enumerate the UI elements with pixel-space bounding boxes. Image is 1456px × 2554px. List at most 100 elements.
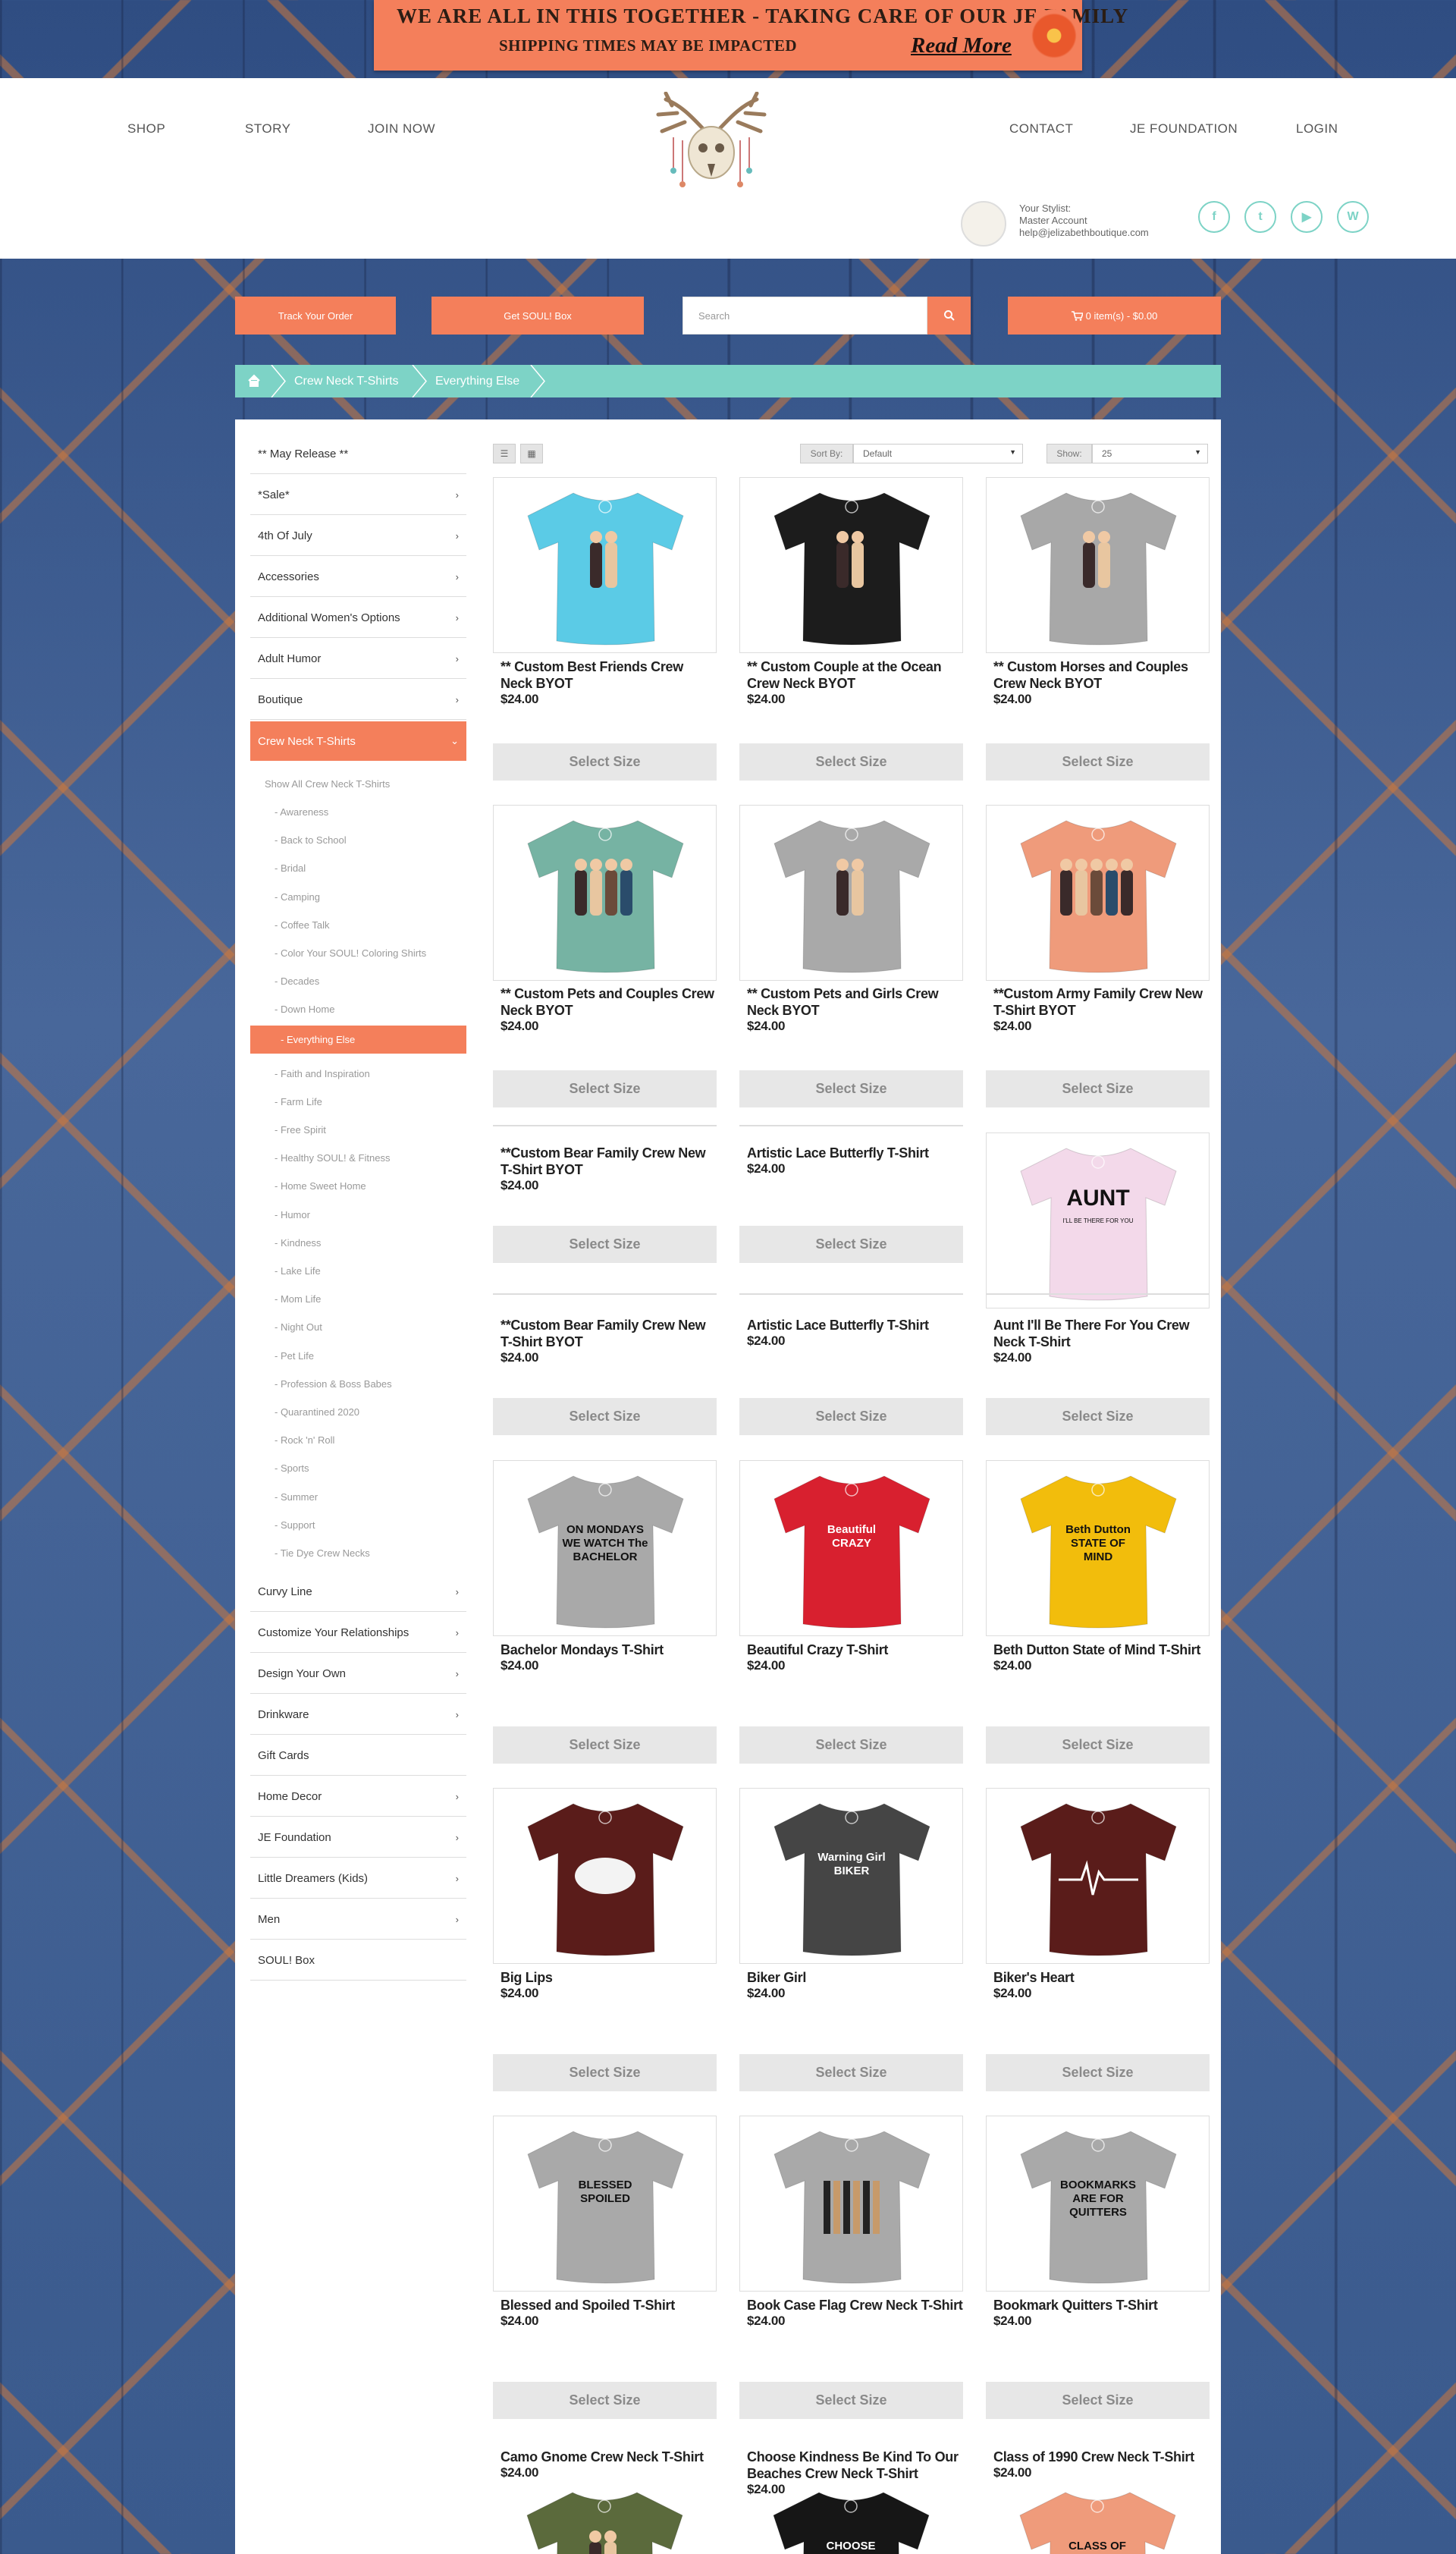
product-image[interactable] xyxy=(493,805,717,981)
product-image[interactable] xyxy=(739,805,963,981)
product-name[interactable]: ** Custom Pets and Girls Crew Neck BYOT xyxy=(747,986,939,1018)
category-item[interactable]: ** May Release ** xyxy=(250,435,466,474)
product-image[interactable]: CLASS OF1990 xyxy=(986,2477,1210,2554)
product-image[interactable] xyxy=(986,805,1210,981)
product-name[interactable]: Bachelor Mondays T-Shirt xyxy=(500,1642,664,1657)
select-size-button[interactable]: Select Size xyxy=(986,2382,1210,2419)
product-name[interactable]: ** Custom Pets and Couples Crew Neck BYO… xyxy=(500,986,714,1018)
product-card[interactable]: ** Custom Couple at the Ocean Crew Neck … xyxy=(739,658,963,707)
product-name[interactable]: Aunt I'll Be There For You Crew Neck T-S… xyxy=(993,1318,1190,1349)
subcategory-item[interactable]: - Bridal xyxy=(275,862,306,874)
show-all-link[interactable]: Show All Crew Neck T-Shirts xyxy=(265,778,390,790)
category-item[interactable]: Adult Humor › xyxy=(250,639,466,679)
category-item[interactable]: Design Your Own › xyxy=(250,1654,466,1694)
subcategory-item[interactable]: - Summer xyxy=(275,1491,318,1503)
product-name[interactable]: ** Custom Best Friends Crew Neck BYOT xyxy=(500,659,683,691)
category-item[interactable]: Crew Neck T-Shirts ⌄ xyxy=(250,721,466,761)
select-size-button[interactable]: Select Size xyxy=(986,1070,1210,1107)
product-card[interactable]: Big Lips $24.00 xyxy=(493,1969,717,2001)
subcategory-item[interactable]: - Down Home xyxy=(275,1004,334,1015)
select-size-button[interactable]: Select Size xyxy=(493,1226,717,1263)
subcategory-item[interactable]: - Profession & Boss Babes xyxy=(275,1378,392,1390)
subcategory-item[interactable]: - Home Sweet Home xyxy=(275,1180,366,1192)
product-name[interactable]: Artistic Lace Butterfly T-Shirt xyxy=(747,1145,929,1161)
cart-button[interactable]: 0 item(s) - $0.00 xyxy=(1008,297,1221,335)
nav-join-now[interactable]: JOIN NOW xyxy=(368,121,435,137)
product-card[interactable]: Beautiful Crazy T-Shirt $24.00 xyxy=(739,1641,963,1673)
select-size-button[interactable]: Select Size xyxy=(739,1726,963,1764)
facebook-icon[interactable]: f xyxy=(1198,201,1230,233)
read-more-link[interactable]: Read More xyxy=(911,33,1012,58)
select-size-button[interactable]: Select Size xyxy=(739,1398,963,1435)
stylist-email[interactable]: help@jelizabethboutique.com xyxy=(1019,227,1149,238)
product-image[interactable]: Warning Girl BIKER xyxy=(739,1788,963,1964)
category-item[interactable]: 4th Of July › xyxy=(250,517,466,556)
select-size-button[interactable]: Select Size xyxy=(986,1726,1210,1764)
grid-view-icon[interactable]: ▦ xyxy=(520,444,543,463)
product-card[interactable]: Class of 1990 Crew Neck T-Shirt $24.00 xyxy=(986,2449,1210,2480)
category-item[interactable]: Boutique › xyxy=(250,680,466,720)
category-item[interactable]: Customize Your Relationships › xyxy=(250,1613,466,1653)
select-size-button[interactable]: Select Size xyxy=(986,743,1210,781)
subcategory-item[interactable]: - Faith and Inspiration xyxy=(275,1068,370,1079)
subcategory-item[interactable]: - Night Out xyxy=(275,1321,322,1333)
select-size-button[interactable]: Select Size xyxy=(493,743,717,781)
nav-shop[interactable]: SHOP xyxy=(127,121,165,137)
select-size-button[interactable]: Select Size xyxy=(739,2054,963,2091)
subcategory-item[interactable]: - Camping xyxy=(275,891,320,903)
breadcrumb-crew-neck[interactable]: Crew Neck T-Shirts xyxy=(294,375,399,388)
product-image[interactable] xyxy=(493,477,717,653)
select-size-button[interactable]: Select Size xyxy=(493,1070,717,1107)
product-image[interactable]: BOOKMARKS ARE FOR QUITTERS xyxy=(986,2116,1210,2292)
product-name[interactable]: ** Custom Horses and Couples Crew Neck B… xyxy=(993,659,1188,691)
subcategory-item[interactable]: - Back to School xyxy=(275,834,347,846)
product-card[interactable]: Artistic Lace Butterfly T-Shirt $24.00 xyxy=(739,1145,963,1176)
product-card[interactable]: Choose Kindness Be Kind To Our Beaches C… xyxy=(739,2449,963,2497)
show-select[interactable]: 25 ▼ xyxy=(1092,444,1208,463)
select-size-button[interactable]: Select Size xyxy=(739,2382,963,2419)
subcategory-item[interactable]: - Tie Dye Crew Necks xyxy=(275,1547,370,1559)
select-size-button[interactable]: Select Size xyxy=(986,2054,1210,2091)
product-image[interactable]: Beth Dutton STATE OF MIND xyxy=(986,1460,1210,1636)
subcategory-item[interactable]: - Farm Life xyxy=(275,1096,322,1107)
track-order-button[interactable]: Track Your Order xyxy=(235,297,396,335)
nav-je-foundation[interactable]: JE FOUNDATION xyxy=(1130,121,1238,137)
category-item[interactable]: SOUL! Box xyxy=(250,1941,466,1981)
subcategory-item[interactable]: - Kindness xyxy=(275,1237,321,1249)
product-card[interactable]: Aunt I'll Be There For You Crew Neck T-S… xyxy=(986,1317,1210,1365)
select-size-button[interactable]: Select Size xyxy=(739,1070,963,1107)
product-image[interactable]: AUNT I'LL BE THERE FOR YOU xyxy=(986,1132,1210,1308)
category-item[interactable]: Gift Cards xyxy=(250,1736,466,1776)
category-item[interactable]: *Sale* › xyxy=(250,476,466,515)
promo-banner[interactable]: WE ARE ALL IN THIS TOGETHER - TAKING CAR… xyxy=(374,0,1128,71)
product-card[interactable]: ** Custom Horses and Couples Crew Neck B… xyxy=(986,658,1210,707)
product-name[interactable]: Bookmark Quitters T-Shirt xyxy=(993,2298,1158,2313)
select-size-button[interactable]: Select Size xyxy=(493,2382,717,2419)
category-item[interactable]: Home Decor › xyxy=(250,1777,466,1817)
product-name[interactable]: Big Lips xyxy=(500,1970,553,1985)
subcategory-item[interactable]: - Awareness xyxy=(275,806,328,818)
product-card[interactable]: Artistic Lace Butterfly T-Shirt $24.00 xyxy=(739,1317,963,1349)
product-card[interactable]: Camo Gnome Crew Neck T-Shirt $24.00 xyxy=(493,2449,717,2480)
breadcrumb-everything-else[interactable]: Everything Else xyxy=(435,375,519,388)
subcategory-item[interactable]: - Coffee Talk xyxy=(275,919,330,931)
product-image[interactable]: Beautiful CRAZY xyxy=(739,1460,963,1636)
sort-select[interactable]: Default ▼ xyxy=(853,444,1023,463)
search-input[interactable]: Search xyxy=(682,297,927,335)
category-item[interactable]: Additional Women's Options › xyxy=(250,598,466,638)
nav-story[interactable]: STORY xyxy=(245,121,290,137)
product-name[interactable]: Biker's Heart xyxy=(993,1970,1075,1985)
product-card[interactable]: Biker's Heart $24.00 xyxy=(986,1969,1210,2001)
product-card[interactable]: Blessed and Spoiled T-Shirt $24.00 xyxy=(493,2297,717,2329)
product-card[interactable]: Bookmark Quitters T-Shirt $24.00 xyxy=(986,2297,1210,2329)
product-image[interactable] xyxy=(739,477,963,653)
select-size-button[interactable]: Select Size xyxy=(493,1398,717,1435)
subcategory-item[interactable]: - Humor xyxy=(275,1209,310,1220)
product-card[interactable]: Biker Girl $24.00 xyxy=(739,1969,963,2001)
subcategory-item[interactable]: - Healthy SOUL! & Fitness xyxy=(275,1152,390,1164)
category-item[interactable]: JE Foundation › xyxy=(250,1818,466,1858)
product-card[interactable]: Book Case Flag Crew Neck T-Shirt $24.00 xyxy=(739,2297,963,2329)
product-name[interactable]: Camo Gnome Crew Neck T-Shirt xyxy=(500,2449,704,2464)
select-size-button[interactable]: Select Size xyxy=(493,2054,717,2091)
product-image[interactable] xyxy=(986,477,1210,653)
